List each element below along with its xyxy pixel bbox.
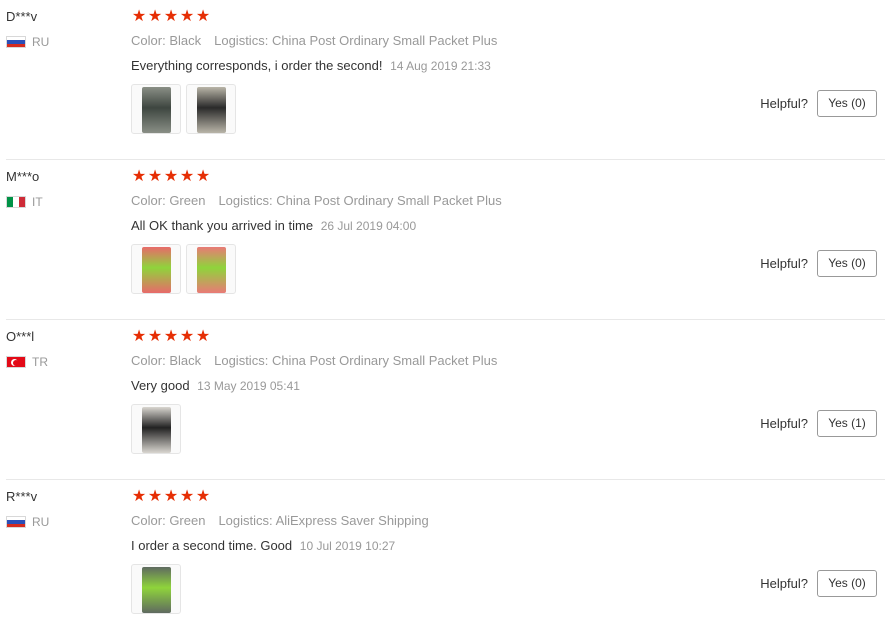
logistics-value: China Post Ordinary Small Packet Plus (271, 353, 498, 368)
star-icon: ★ (163, 168, 179, 185)
order-attributes: Color: Green Logistics: AliExpress Saver … (131, 513, 429, 528)
review-date: 13 May 2019 05:41 (197, 379, 300, 393)
star-icon: ★ (131, 168, 147, 185)
it-flag-icon (6, 196, 26, 208)
color-value: Green (169, 193, 206, 208)
country-code: RU (32, 35, 50, 49)
reviewer-country: TR (6, 355, 48, 369)
logistics-label: Logistics: (214, 33, 269, 48)
logistics-value: AliExpress Saver Shipping (275, 513, 429, 528)
star-icon: ★ (163, 8, 179, 25)
logistics-label: Logistics: (218, 513, 273, 528)
helpful-section: Helpful? Yes (0) (760, 90, 877, 117)
color-label: Color: (131, 33, 166, 48)
reviewer-country: IT (6, 195, 43, 209)
review-photo-1[interactable] (131, 564, 181, 614)
reviewer-country: RU (6, 35, 49, 49)
helpful-yes-button[interactable]: Yes (0) (817, 570, 877, 597)
star-rating: ★ ★ ★ ★ ★ (131, 328, 211, 345)
review-photo-1[interactable] (131, 404, 181, 454)
star-icon: ★ (179, 488, 195, 505)
review-photos (131, 244, 241, 294)
color-label: Color: (131, 193, 166, 208)
logistics-label: Logistics: (218, 193, 273, 208)
star-rating: ★ ★ ★ ★ ★ (131, 8, 211, 25)
star-icon: ★ (195, 168, 211, 185)
color-value: Green (169, 513, 206, 528)
helpful-section: Helpful? Yes (1) (760, 410, 877, 437)
star-icon: ★ (195, 328, 211, 345)
review-content: I order a second time. Good 10 Jul 2019 … (131, 538, 395, 553)
star-icon: ★ (195, 8, 211, 25)
review-text: Everything corresponds, i order the seco… (131, 58, 383, 73)
logistics-value: China Post Ordinary Small Packet Plus (276, 193, 502, 208)
review-date: 10 Jul 2019 10:27 (299, 539, 396, 553)
review-item: D***v RU ★ ★ ★ ★ ★ Color: Black Logistics: Ch… (6, 0, 885, 160)
tr-flag-icon (6, 356, 26, 368)
logistics-value: China Post Ordinary Small Packet Plus (271, 33, 498, 48)
star-icon: ★ (163, 488, 179, 505)
review-content: All OK thank you arrived in time 26 Jul … (131, 218, 416, 233)
star-icon: ★ (131, 8, 147, 25)
review-text: Very good (131, 378, 190, 393)
star-icon: ★ (147, 168, 163, 185)
ru-flag-icon (6, 516, 26, 528)
country-code: IT (32, 195, 43, 209)
order-attributes: Color: Black Logistics: China Post Ordina… (131, 33, 497, 48)
star-icon: ★ (131, 328, 147, 345)
order-attributes: Color: Green Logistics: China Post Ordina… (131, 193, 502, 208)
order-attributes: Color: Black Logistics: China Post Ordina… (131, 353, 497, 368)
review-item: O***l TR ★ ★ ★ ★ ★ Color: Black Logistics: Ch… (6, 320, 885, 480)
review-photo-1[interactable] (131, 84, 181, 134)
star-icon: ★ (147, 8, 163, 25)
color-value: Black (169, 33, 202, 48)
review-photos (131, 564, 186, 614)
review-photos (131, 404, 186, 454)
star-icon: ★ (195, 488, 211, 505)
helpful-label: Helpful? (760, 256, 808, 271)
star-icon: ★ (147, 488, 163, 505)
review-photo-2[interactable] (186, 84, 236, 134)
reviewer-name: D***v (6, 9, 38, 24)
star-icon: ★ (131, 488, 147, 505)
star-icon: ★ (179, 8, 195, 25)
helpful-yes-button[interactable]: Yes (1) (817, 410, 877, 437)
ru-flag-icon (6, 36, 26, 48)
helpful-label: Helpful? (760, 416, 808, 431)
review-content: Very good 13 May 2019 05:41 (131, 378, 300, 393)
star-icon: ★ (163, 328, 179, 345)
country-code: RU (32, 515, 50, 529)
review-photo-1[interactable] (131, 244, 181, 294)
review-item: M***o IT ★ ★ ★ ★ ★ Color: Green Logistics: Ch… (6, 160, 885, 320)
review-photo-2[interactable] (186, 244, 236, 294)
star-icon: ★ (179, 168, 195, 185)
helpful-label: Helpful? (760, 96, 808, 111)
star-icon: ★ (147, 328, 163, 345)
color-label: Color: (131, 513, 166, 528)
star-rating: ★ ★ ★ ★ ★ (131, 168, 211, 185)
helpful-yes-button[interactable]: Yes (0) (817, 250, 877, 277)
review-text: I order a second time. Good (131, 538, 293, 553)
reviewer-name: R***v (6, 489, 38, 504)
color-value: Black (169, 353, 202, 368)
color-label: Color: (131, 353, 166, 368)
reviewer-country: RU (6, 515, 49, 529)
reviewer-name: O***l (6, 329, 35, 344)
country-code: TR (32, 355, 48, 369)
helpful-section: Helpful? Yes (0) (760, 570, 877, 597)
helpful-section: Helpful? Yes (0) (760, 250, 877, 277)
star-rating: ★ ★ ★ ★ ★ (131, 488, 211, 505)
helpful-label: Helpful? (760, 576, 808, 591)
review-date: 26 Jul 2019 04:00 (320, 219, 417, 233)
reviewer-name: M***o (6, 169, 40, 184)
star-icon: ★ (179, 328, 195, 345)
review-content: Everything corresponds, i order the seco… (131, 58, 491, 73)
review-text: All OK thank you arrived in time (131, 218, 314, 233)
helpful-yes-button[interactable]: Yes (0) (817, 90, 877, 117)
review-item: R***v RU ★ ★ ★ ★ ★ Color: Green Logistics: Al… (6, 480, 885, 625)
logistics-label: Logistics: (214, 353, 269, 368)
review-date: 14 Aug 2019 21:33 (390, 59, 491, 73)
review-photos (131, 84, 241, 134)
